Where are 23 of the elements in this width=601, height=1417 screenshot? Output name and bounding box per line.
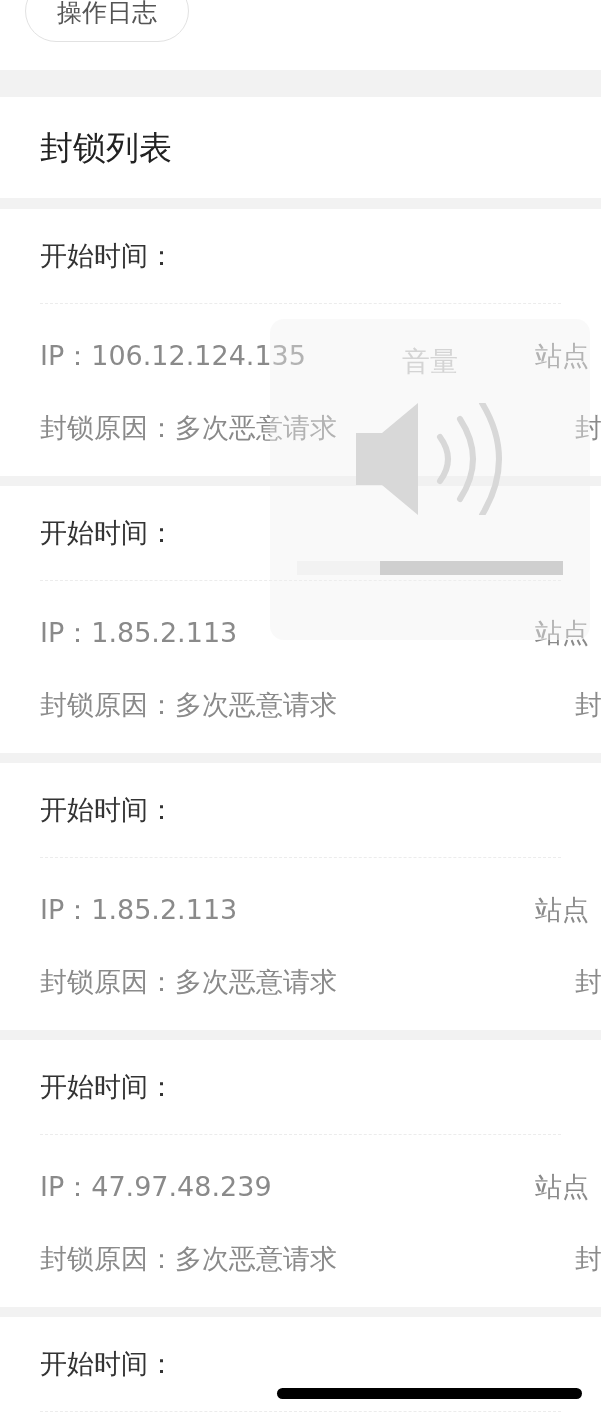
block-reason: 封锁原因：多次恶意请求 <box>40 1241 337 1276</box>
block-reason: 封锁原因：多次恶意请求 <box>40 687 337 722</box>
site-label: 站点 <box>535 615 589 650</box>
section-title: 封锁列表 <box>40 126 172 169</box>
block-reason: 封锁原因：多次恶意请求 <box>40 410 337 445</box>
site-label: 站点 <box>535 892 589 927</box>
ip-address: IP：47.97.48.239 <box>40 1169 272 1204</box>
start-time-label: 开始时间： <box>40 515 175 550</box>
column-text: 封 <box>575 410 601 445</box>
start-time-label: 开始时间： <box>40 238 175 273</box>
column-text: 封 <box>575 964 601 999</box>
start-time-label: 开始时间： <box>40 1069 175 1104</box>
operation-log-button[interactable]: 操作日志 <box>25 0 189 42</box>
start-time-label: 开始时间： <box>40 1346 175 1381</box>
column-text: 封 <box>575 687 601 722</box>
site-label: 站点 <box>535 338 589 373</box>
ip-address: IP：1.85.2.113 <box>40 892 238 927</box>
ip-address: IP：1.85.2.113 <box>40 615 238 650</box>
site-label: 站点 <box>535 1169 589 1204</box>
start-time-label: 开始时间： <box>40 792 175 827</box>
block-reason: 封锁原因：多次恶意请求 <box>40 964 337 999</box>
column-text: 封 <box>575 1241 601 1276</box>
ip-address: IP：106.12.124.135 <box>40 338 306 373</box>
